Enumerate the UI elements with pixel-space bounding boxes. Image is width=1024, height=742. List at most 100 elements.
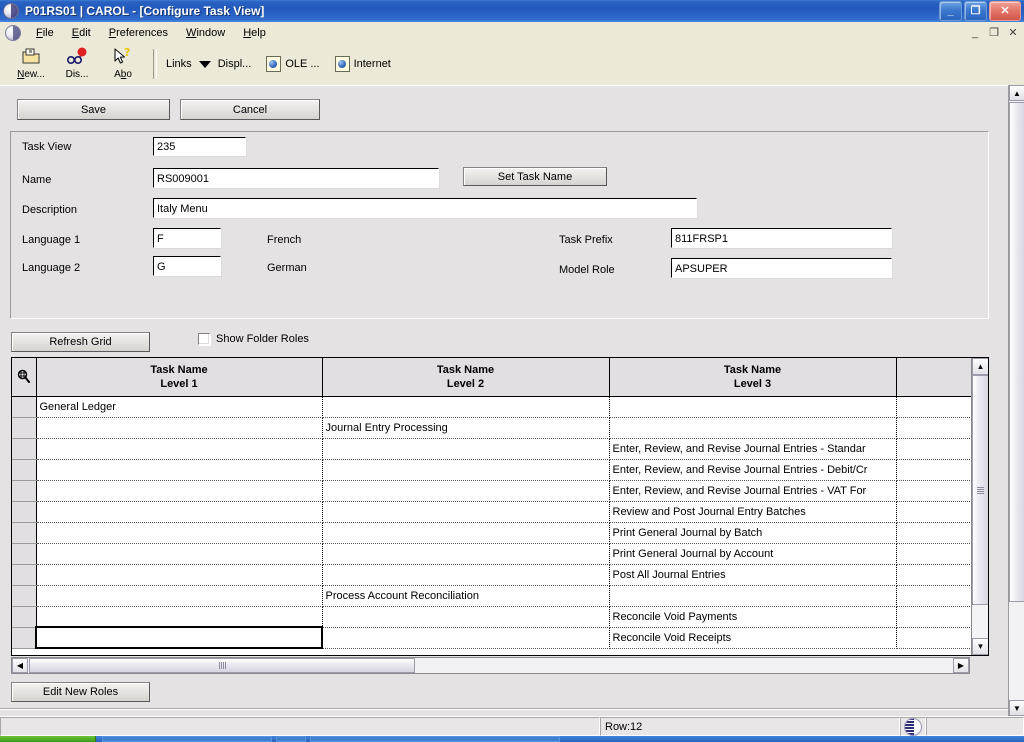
toolbar-button-display[interactable]: Dis... xyxy=(54,44,100,84)
start-button[interactable] xyxy=(0,736,96,742)
table-row[interactable]: Reconcile Void Payments xyxy=(12,606,972,628)
grid-hscroll-thumb[interactable] xyxy=(29,658,415,673)
model-role-input[interactable]: APSUPER xyxy=(671,258,892,278)
table-row[interactable]: General Ledger xyxy=(12,396,972,418)
menu-item-preferences[interactable]: Preferences xyxy=(100,25,177,41)
minimize-button[interactable]: _ xyxy=(939,1,962,21)
table-row[interactable]: Process Account Reconciliation xyxy=(12,585,972,607)
row-selector-cell[interactable] xyxy=(12,564,37,586)
grid-scroll-down-button[interactable]: ▼ xyxy=(972,638,988,655)
table-cell-level4[interactable] xyxy=(896,438,972,460)
table-cell-level2[interactable] xyxy=(322,564,610,586)
row-selector-cell[interactable] xyxy=(12,480,37,502)
grid-column-header-level1[interactable]: Task Name Level 1 xyxy=(36,358,323,397)
table-cell-level1[interactable]: General Ledger xyxy=(36,396,323,418)
table-cell-level4[interactable] xyxy=(896,480,972,502)
show-folder-roles-checkbox-wrap[interactable]: Show Folder Roles xyxy=(198,333,309,345)
menu-item-edit[interactable]: Edit xyxy=(63,25,100,41)
grid-vertical-scrollbar[interactable]: ▲ ▼ xyxy=(971,358,988,655)
row-selector-cell[interactable] xyxy=(12,606,37,628)
toolbar-internet-button[interactable]: Internet xyxy=(334,56,391,72)
table-cell-level2[interactable] xyxy=(322,606,610,628)
table-cell-level1[interactable] xyxy=(36,459,323,481)
table-cell-level2[interactable] xyxy=(322,480,610,502)
show-folder-roles-checkbox[interactable] xyxy=(198,333,210,345)
table-cell-level2[interactable] xyxy=(322,543,610,565)
table-cell-level1[interactable] xyxy=(36,480,323,502)
save-button[interactable]: Save xyxy=(17,99,170,120)
row-selector-cell[interactable] xyxy=(12,543,37,565)
table-cell-level1[interactable] xyxy=(36,501,323,523)
table-cell-level3[interactable]: Reconcile Void Payments xyxy=(609,606,897,628)
table-cell-level4[interactable] xyxy=(896,543,972,565)
grid-column-header-extra[interactable] xyxy=(896,358,972,397)
table-cell-level1[interactable] xyxy=(36,417,323,439)
maximize-button[interactable]: ❐ xyxy=(964,1,987,21)
table-cell-level4[interactable] xyxy=(896,501,972,523)
table-cell-level1[interactable] xyxy=(36,522,323,544)
table-cell-level2[interactable] xyxy=(322,522,610,544)
edit-new-roles-button[interactable]: Edit New Roles xyxy=(11,682,150,702)
table-row[interactable]: Print General Journal by Batch xyxy=(12,522,972,544)
row-selector-cell[interactable] xyxy=(12,627,37,649)
table-cell-level3[interactable] xyxy=(609,396,897,418)
row-selector-cell[interactable] xyxy=(12,417,37,439)
window-vertical-scrollbar[interactable]: ▲ ▼ xyxy=(1008,85,1024,716)
table-cell-level4[interactable] xyxy=(896,585,972,607)
toolbar-ole-button[interactable]: OLE ... xyxy=(266,56,320,72)
grid-column-header-level2[interactable]: Task Name Level 2 xyxy=(322,358,610,397)
table-cell-level3[interactable]: Enter, Review, and Revise Journal Entrie… xyxy=(609,459,897,481)
row-selector-cell[interactable] xyxy=(12,501,37,523)
row-selector-cell[interactable] xyxy=(12,438,37,460)
taskbar-task-3[interactable] xyxy=(310,736,560,742)
table-row[interactable]: Print General Journal by Account xyxy=(12,543,972,565)
table-cell-level3[interactable]: Review and Post Journal Entry Batches xyxy=(609,501,897,523)
window-scroll-up-button[interactable]: ▲ xyxy=(1009,85,1024,101)
table-cell-level1[interactable] xyxy=(35,626,323,649)
table-cell-level3[interactable] xyxy=(609,585,897,607)
table-cell-level4[interactable] xyxy=(896,417,972,439)
grid-horizontal-scrollbar[interactable]: ◀ ▶ xyxy=(11,657,970,674)
cancel-button[interactable]: Cancel xyxy=(180,99,320,120)
status-globe-cell[interactable] xyxy=(900,717,926,736)
grid-scroll-track[interactable] xyxy=(972,375,988,638)
table-row[interactable]: Post All Journal Entries xyxy=(12,564,972,586)
table-cell-level3[interactable]: Reconcile Void Receipts xyxy=(609,627,897,649)
window-scroll-thumb[interactable] xyxy=(1009,102,1024,602)
table-cell-level1[interactable] xyxy=(36,438,323,460)
grid-row-selector-header[interactable] xyxy=(12,358,37,397)
close-button[interactable]: ✕ xyxy=(989,1,1021,21)
table-cell-level2[interactable] xyxy=(322,627,610,649)
row-selector-cell[interactable] xyxy=(12,396,37,418)
chevron-down-icon[interactable] xyxy=(198,60,211,68)
name-input[interactable]: RS009001 xyxy=(153,168,439,188)
table-cell-level4[interactable] xyxy=(896,564,972,586)
table-row[interactable]: Enter, Review, and Revise Journal Entrie… xyxy=(12,480,972,502)
grid-scroll-thumb[interactable] xyxy=(972,375,988,605)
mdi-minimize-button[interactable]: _ xyxy=(968,27,982,39)
toolbar-display-label[interactable]: Displ... xyxy=(218,58,252,70)
table-row[interactable]: Journal Entry Processing xyxy=(12,417,972,439)
table-row[interactable]: Enter, Review, and Revise Journal Entrie… xyxy=(12,438,972,460)
mdi-close-button[interactable]: ✕ xyxy=(1006,26,1020,39)
refresh-grid-button[interactable]: Refresh Grid xyxy=(11,332,150,352)
task-view-input[interactable]: 235 xyxy=(153,137,246,156)
table-cell-level3[interactable]: Print General Journal by Batch xyxy=(609,522,897,544)
table-cell-level2[interactable]: Process Account Reconciliation xyxy=(322,585,610,607)
table-cell-level2[interactable] xyxy=(322,396,610,418)
table-cell-level3[interactable]: Print General Journal by Account xyxy=(609,543,897,565)
grid-scroll-up-button[interactable]: ▲ xyxy=(972,358,988,375)
table-cell-level3[interactable]: Post All Journal Entries xyxy=(609,564,897,586)
table-row[interactable]: Enter, Review, and Revise Journal Entrie… xyxy=(12,459,972,481)
table-cell-level4[interactable] xyxy=(896,522,972,544)
language1-input[interactable]: F xyxy=(153,228,221,248)
table-cell-level4[interactable] xyxy=(896,459,972,481)
table-cell-level4[interactable] xyxy=(896,627,972,649)
taskbar-task-1[interactable] xyxy=(102,736,272,742)
row-selector-cell[interactable] xyxy=(12,459,37,481)
description-input[interactable]: Italy Menu xyxy=(153,198,697,218)
menu-item-file[interactable]: File xyxy=(27,25,63,41)
table-cell-level1[interactable] xyxy=(36,585,323,607)
table-row[interactable]: Reconcile Void Receipts xyxy=(12,626,972,649)
toolbar-button-new[interactable]: New... xyxy=(8,44,54,84)
